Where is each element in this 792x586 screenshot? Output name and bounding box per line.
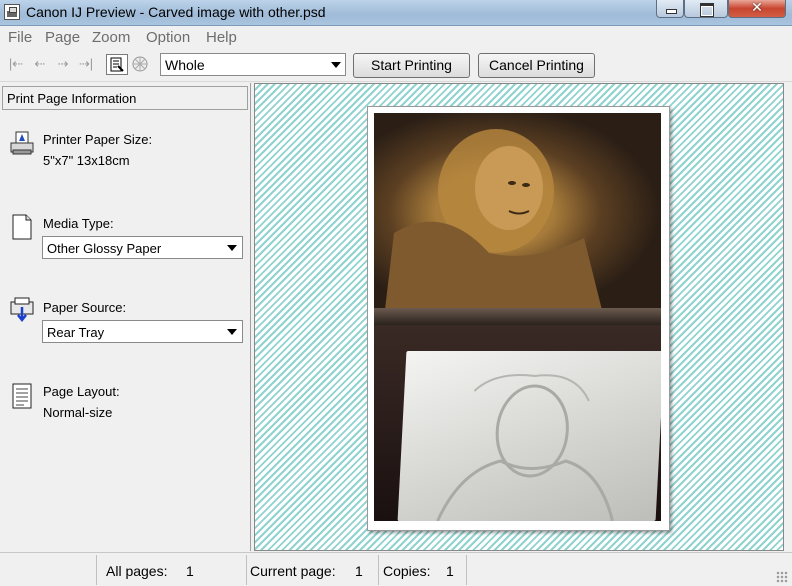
menu-help[interactable]: Help xyxy=(206,29,237,46)
paper-source-icon xyxy=(10,297,34,323)
status-all-pages: All pages: 1 xyxy=(96,555,246,585)
zoom-select-value: Whole xyxy=(165,57,205,73)
chevron-down-icon xyxy=(227,245,237,251)
menu-bar: File Page Zoom Option Help xyxy=(0,27,792,49)
current-page-value: 1 xyxy=(355,563,363,579)
start-printing-button[interactable]: Start Printing xyxy=(353,53,470,78)
preview-image xyxy=(374,113,661,521)
chevron-down-icon xyxy=(331,62,341,68)
panel-title: Print Page Information xyxy=(7,91,137,106)
current-page-label: Current page: xyxy=(250,563,336,579)
menu-file[interactable]: File xyxy=(8,29,32,46)
print-preview-area[interactable] xyxy=(254,83,784,551)
status-bar: All pages: 1 Current page: 1 Copies: 1 xyxy=(0,552,792,586)
paper-source-value: Rear Tray xyxy=(47,325,105,340)
all-pages-value: 1 xyxy=(186,563,194,579)
cancel-printing-button[interactable]: Cancel Printing xyxy=(478,53,595,78)
paper-size-label: Printer Paper Size: xyxy=(43,132,153,147)
zoom-select[interactable]: Whole xyxy=(160,53,346,76)
page-layout-label: Page Layout: xyxy=(43,384,120,399)
print-info-panel: Print Page Information Printer Paper Siz… xyxy=(0,83,251,551)
next-page-icon[interactable]: ⇢ xyxy=(53,55,73,73)
toolbar: |⇠ ⇠ ⇢ ⇢| Whole Start Printing Cancel Pr… xyxy=(0,50,792,82)
printer-app-icon[interactable] xyxy=(4,4,20,20)
media-type-select[interactable]: Other Glossy Paper xyxy=(42,236,243,259)
maximize-button[interactable] xyxy=(684,0,728,18)
media-type-label: Media Type: xyxy=(43,216,114,231)
carved-plaque-photo xyxy=(397,351,661,521)
paper-source-select[interactable]: Rear Tray xyxy=(42,320,243,343)
media-type-value: Other Glossy Paper xyxy=(47,241,162,256)
printer-paper-icon xyxy=(10,131,34,157)
media-type-icon xyxy=(10,214,34,240)
status-copies: Copies: 1 xyxy=(378,555,466,585)
close-button[interactable]: ✕ xyxy=(728,0,786,18)
carved-image-photo xyxy=(374,113,661,318)
menu-zoom[interactable]: Zoom xyxy=(92,29,130,46)
paper-source-label: Paper Source: xyxy=(43,300,127,315)
close-icon: ✕ xyxy=(751,0,763,15)
minimize-button[interactable] xyxy=(656,0,684,18)
resize-grip-icon[interactable] xyxy=(776,571,788,583)
window-title: Canon IJ Preview - Carved image with oth… xyxy=(26,4,326,20)
last-page-icon[interactable]: ⇢| xyxy=(76,55,96,73)
page-info-icon[interactable] xyxy=(106,54,128,75)
copies-value: 1 xyxy=(446,563,454,579)
chevron-down-icon xyxy=(227,329,237,335)
paper-size-value: 5"x7" 13x18cm xyxy=(43,153,130,168)
panel-header: Print Page Information xyxy=(2,86,248,110)
first-page-icon[interactable]: |⇠ xyxy=(6,55,26,73)
menu-page[interactable]: Page xyxy=(45,29,80,46)
page-layout-value: Normal-size xyxy=(43,405,113,420)
previous-page-icon[interactable]: ⇠ xyxy=(30,55,50,73)
color-adjust-icon[interactable] xyxy=(130,54,150,75)
menu-option[interactable]: Option xyxy=(146,29,190,46)
status-divider xyxy=(466,555,467,585)
all-pages-label: All pages: xyxy=(106,563,168,579)
copies-label: Copies: xyxy=(383,563,431,579)
paper-preview xyxy=(367,106,670,531)
status-current-page: Current page: 1 xyxy=(246,555,378,585)
title-bar: Canon IJ Preview - Carved image with oth… xyxy=(0,0,792,26)
page-layout-icon xyxy=(10,383,34,409)
